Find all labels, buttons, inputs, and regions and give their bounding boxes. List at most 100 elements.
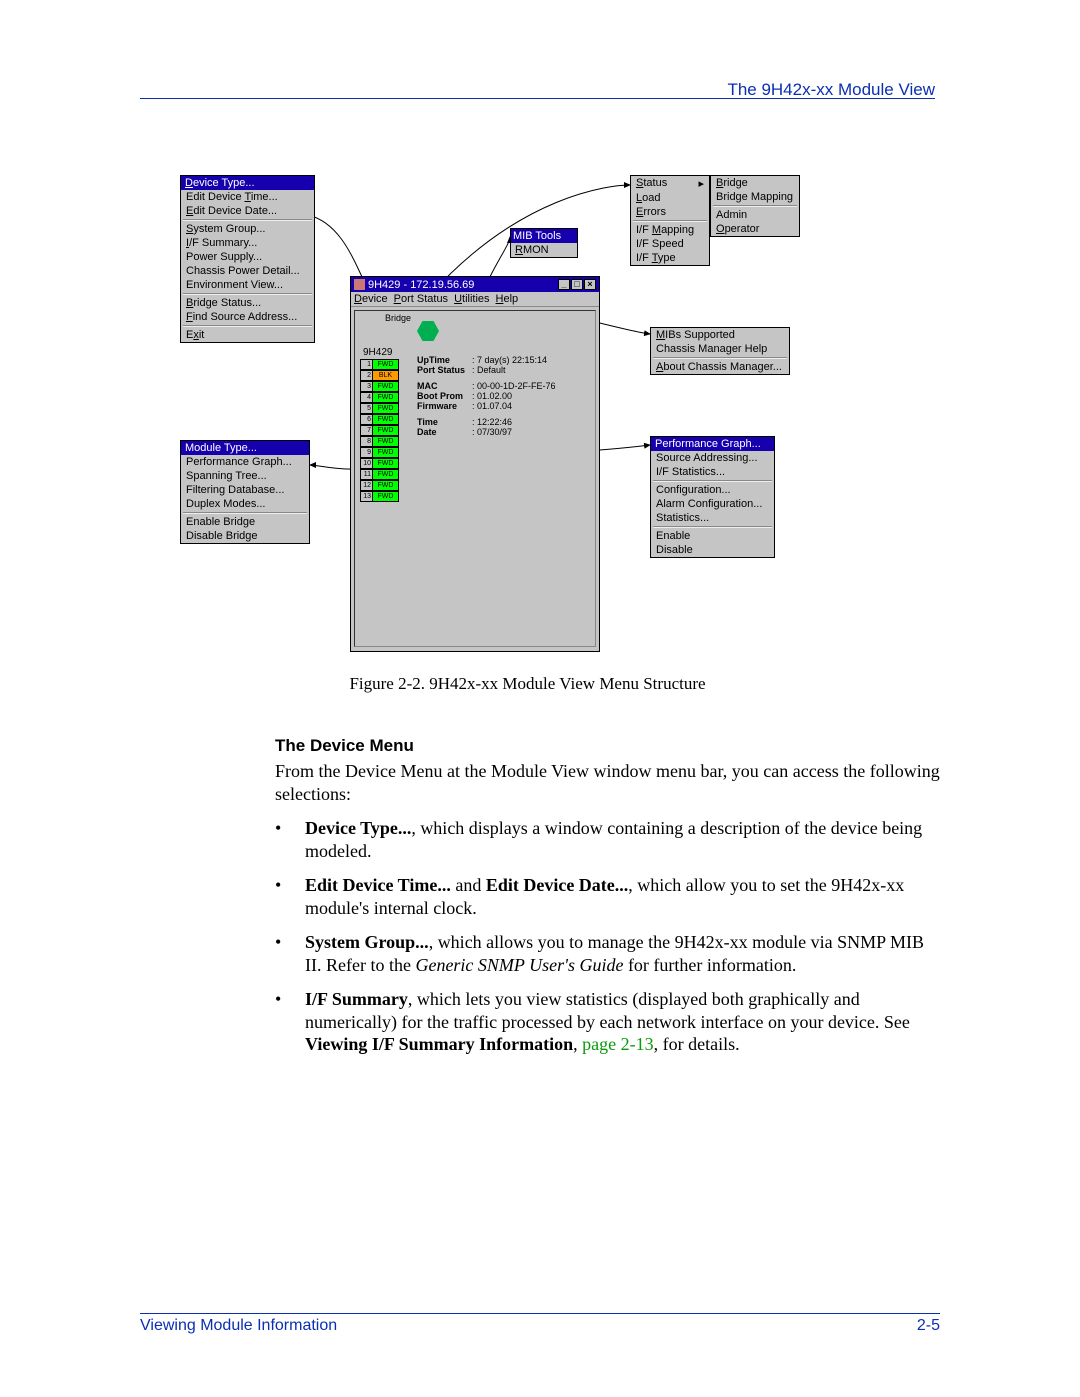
menubar-item[interactable]: Device [354, 293, 388, 305]
bullet-text: Edit Device Time... and Edit Device Date… [305, 874, 940, 919]
menu-item[interactable]: Power Supply... [181, 250, 314, 264]
bullet-item: Device Type..., which displays a window … [275, 817, 940, 862]
port-row[interactable]: 13FWD [360, 491, 399, 502]
window-buttons: _ □ × [558, 279, 596, 290]
menu-item[interactable]: Bridge Mapping [711, 190, 799, 204]
bullet-dot [275, 874, 305, 919]
menu-item[interactable]: Load [631, 191, 709, 205]
menu-item[interactable]: Disable [651, 543, 774, 557]
menu-item[interactable]: Admin [711, 208, 799, 222]
close-button[interactable]: × [584, 279, 596, 290]
menu-item[interactable]: I/F Type [631, 251, 709, 265]
port-state: FWD [373, 425, 399, 436]
menu-item[interactable]: Enable [651, 529, 774, 543]
bootprom-value: : 01.02.00 [472, 391, 512, 401]
module-view-window: 9H429 - 172.19.56.69 _ □ × Device Port S… [350, 276, 600, 652]
menu-item[interactable]: RMON [511, 243, 577, 257]
port-list: 1FWD2BLK3FWD4FWD5FWD6FWD7FWD8FWD9FWD10FW… [360, 359, 399, 502]
menu-item[interactable]: Edit Device Date... [181, 204, 314, 218]
menu-item[interactable]: Source Addressing... [651, 451, 774, 465]
port-number: 12 [360, 480, 373, 491]
menu-item[interactable]: Configuration... [651, 483, 774, 497]
port-row[interactable]: 10FWD [360, 458, 399, 469]
port-row[interactable]: 3FWD [360, 381, 399, 392]
menu-item[interactable]: Alarm Configuration... [651, 497, 774, 511]
figure-caption: Figure 2-2. 9H42x-xx Module View Menu St… [180, 674, 875, 694]
menu-item[interactable]: I/F Statistics... [651, 465, 774, 479]
port-state: FWD [373, 403, 399, 414]
menu-item[interactable]: Operator [711, 222, 799, 236]
menu-item[interactable]: Edit Device Time... [181, 190, 314, 204]
port-state: FWD [373, 392, 399, 403]
port-row[interactable]: 2BLK [360, 370, 399, 381]
menu-item[interactable]: I/F Summary... [181, 236, 314, 250]
port-number: 8 [360, 436, 373, 447]
bullet-dot [275, 988, 305, 1056]
menu-item[interactable]: Find Source Address... [181, 310, 314, 324]
port-row[interactable]: 4FWD [360, 392, 399, 403]
menu-item[interactable]: Bridge [711, 176, 799, 190]
port-row[interactable]: 6FWD [360, 414, 399, 425]
window-title: 9H429 - 172.19.56.69 [368, 279, 558, 291]
menu-item[interactable]: Environment View... [181, 278, 314, 292]
page-footer: Viewing Module Information 2-5 [140, 1317, 940, 1335]
menu-item[interactable]: Chassis Manager Help [651, 342, 789, 356]
menu-item[interactable]: Status▸ [631, 176, 709, 191]
menubar-item[interactable]: Utilities [454, 293, 489, 305]
port-state: FWD [373, 359, 399, 370]
menu-item[interactable]: Disable Bridge [181, 529, 309, 543]
port-row[interactable]: 7FWD [360, 425, 399, 436]
bridge-icon[interactable] [417, 321, 439, 341]
section-heading: The Device Menu [275, 736, 940, 756]
port-row[interactable]: 9FWD [360, 447, 399, 458]
menubar-item[interactable]: Port Status [394, 293, 448, 305]
module-type-menu: Module Type... Performance Graph... Span… [180, 440, 310, 544]
menubar-item[interactable]: Help [496, 293, 519, 305]
port-status-menu: Status▸ Load Errors I/F Mapping I/F Spee… [630, 175, 710, 266]
port-number: 10 [360, 458, 373, 469]
bullet-item: System Group..., which allows you to man… [275, 931, 940, 976]
footer-left: Viewing Module Information [140, 1317, 337, 1335]
section-intro: From the Device Menu at the Module View … [275, 760, 940, 805]
menu-item[interactable]: MIBs Supported [651, 328, 789, 342]
port-row[interactable]: 8FWD [360, 436, 399, 447]
port-row[interactable]: 12FWD [360, 480, 399, 491]
port-number: 7 [360, 425, 373, 436]
menu-item[interactable]: I/F Speed [631, 237, 709, 251]
minimize-button[interactable]: _ [558, 279, 570, 290]
port-state: FWD [373, 436, 399, 447]
bullet-item: I/F Summary, which lets you view statist… [275, 988, 940, 1056]
maximize-button[interactable]: □ [571, 279, 583, 290]
port-status-value: : Default [472, 365, 506, 375]
bullet-dot [275, 817, 305, 862]
port-row[interactable]: 1FWD [360, 359, 399, 370]
bullet-text: I/F Summary, which lets you view statist… [305, 988, 940, 1056]
menu-title: Performance Graph... [651, 437, 774, 451]
menu-item[interactable]: System Group... [181, 222, 314, 236]
menu-item[interactable]: Duplex Modes... [181, 497, 309, 511]
menu-item[interactable]: Statistics... [651, 511, 774, 525]
menu-item[interactable]: Spanning Tree... [181, 469, 309, 483]
menu-item[interactable]: Performance Graph... [181, 455, 309, 469]
menu-item[interactable]: Exit [181, 328, 314, 342]
app-icon [354, 279, 365, 290]
mac-value: : 00-00-1D-2F-FE-76 [472, 381, 556, 391]
page-header: The 9H42x-xx Module View [727, 80, 935, 100]
menu-item[interactable]: Chassis Power Detail... [181, 264, 314, 278]
uptime-value: : 7 day(s) 22:15:14 [472, 355, 547, 365]
window-menubar: Device Port Status Utilities Help [351, 292, 599, 307]
menu-item[interactable]: Enable Bridge [181, 515, 309, 529]
time-value: : 12:22:46 [472, 417, 512, 427]
port-number: 13 [360, 491, 373, 502]
menu-item[interactable]: I/F Mapping [631, 223, 709, 237]
help-menu: MIBs Supported Chassis Manager Help Abou… [650, 327, 790, 375]
menu-item[interactable]: About Chassis Manager... [651, 360, 789, 374]
menu-item[interactable]: Bridge Status... [181, 296, 314, 310]
port-row[interactable]: 5FWD [360, 403, 399, 414]
menu-item[interactable]: Errors [631, 205, 709, 219]
port-status-label: Port Status [417, 365, 465, 375]
module-name: 9H429 [363, 347, 392, 358]
port-status-submenu: Bridge Bridge Mapping Admin Operator [710, 175, 800, 237]
menu-item[interactable]: Filtering Database... [181, 483, 309, 497]
port-row[interactable]: 11FWD [360, 469, 399, 480]
